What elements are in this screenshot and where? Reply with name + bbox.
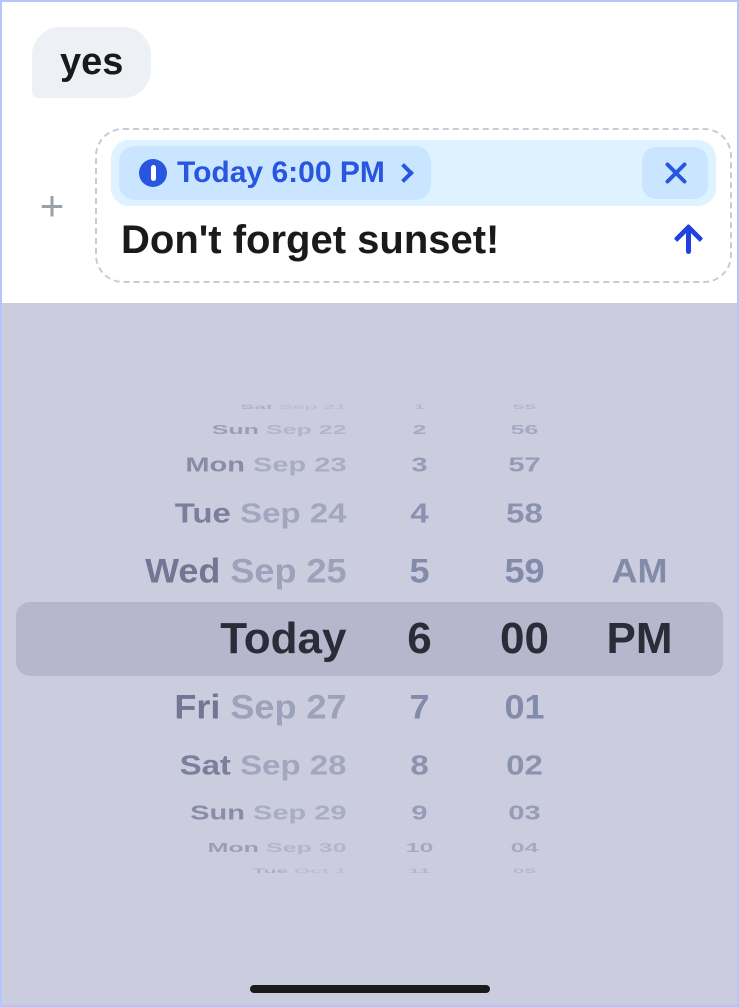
picker-row[interactable]: Fri Sep 27 7 01 xyxy=(2,677,737,737)
picker-row[interactable]: Sat Sep 28 8 02 xyxy=(2,742,737,788)
add-attachment-button[interactable]: + xyxy=(27,182,77,230)
remove-reminder-button[interactable] xyxy=(642,147,708,199)
reminder-chip-row: Today 6:00 PM xyxy=(111,140,716,206)
picker-selected-ampm: PM xyxy=(585,614,695,664)
picker-row[interactable]: Mon Sep 30 10 04 xyxy=(2,841,737,855)
incoming-message-text: yes xyxy=(60,41,123,83)
picker-selected-date: Today xyxy=(220,614,346,663)
send-button[interactable] xyxy=(672,224,706,258)
info-icon xyxy=(139,159,167,187)
message-input[interactable] xyxy=(121,218,656,263)
picker-wheel[interactable]: Sat Sep 21 1 55 Sun Sep 22 2 56 Mon Sep … xyxy=(2,398,737,880)
picker-selected-row[interactable]: Today 6 00 PM xyxy=(16,602,723,676)
incoming-message-bubble: yes xyxy=(32,27,151,98)
reminder-time-label: Today 6:00 PM xyxy=(177,156,385,190)
compose-container: Today 6:00 PM xyxy=(95,128,732,283)
datetime-picker[interactable]: Sat Sep 21 1 55 Sun Sep 22 2 56 Mon Sep … xyxy=(2,303,737,1005)
picker-row[interactable]: Sat Sep 21 1 55 xyxy=(2,404,737,409)
chevron-right-icon xyxy=(394,163,414,183)
picker-row[interactable]: Sun Sep 29 9 03 xyxy=(2,798,737,827)
picker-row[interactable]: Tue Sep 24 4 58 xyxy=(2,490,737,536)
message-input-row xyxy=(111,218,716,263)
picker-selected-minute: 00 xyxy=(465,614,585,664)
picker-row[interactable]: Tue Oct 1 11 05 xyxy=(2,868,737,873)
picker-row[interactable]: Wed Sep 25 5 59 AM xyxy=(2,541,737,601)
picker-selected-hour: 6 xyxy=(375,614,465,664)
compose-row: + Today 6:00 PM xyxy=(22,128,717,283)
picker-row[interactable]: Mon Sep 23 3 57 xyxy=(2,450,737,479)
reminder-time-chip[interactable]: Today 6:00 PM xyxy=(119,146,431,200)
home-indicator[interactable] xyxy=(250,985,490,993)
picker-row[interactable]: Sun Sep 22 2 56 xyxy=(2,423,737,437)
close-icon xyxy=(663,161,687,185)
chat-area: yes + Today 6:00 PM xyxy=(2,2,737,303)
